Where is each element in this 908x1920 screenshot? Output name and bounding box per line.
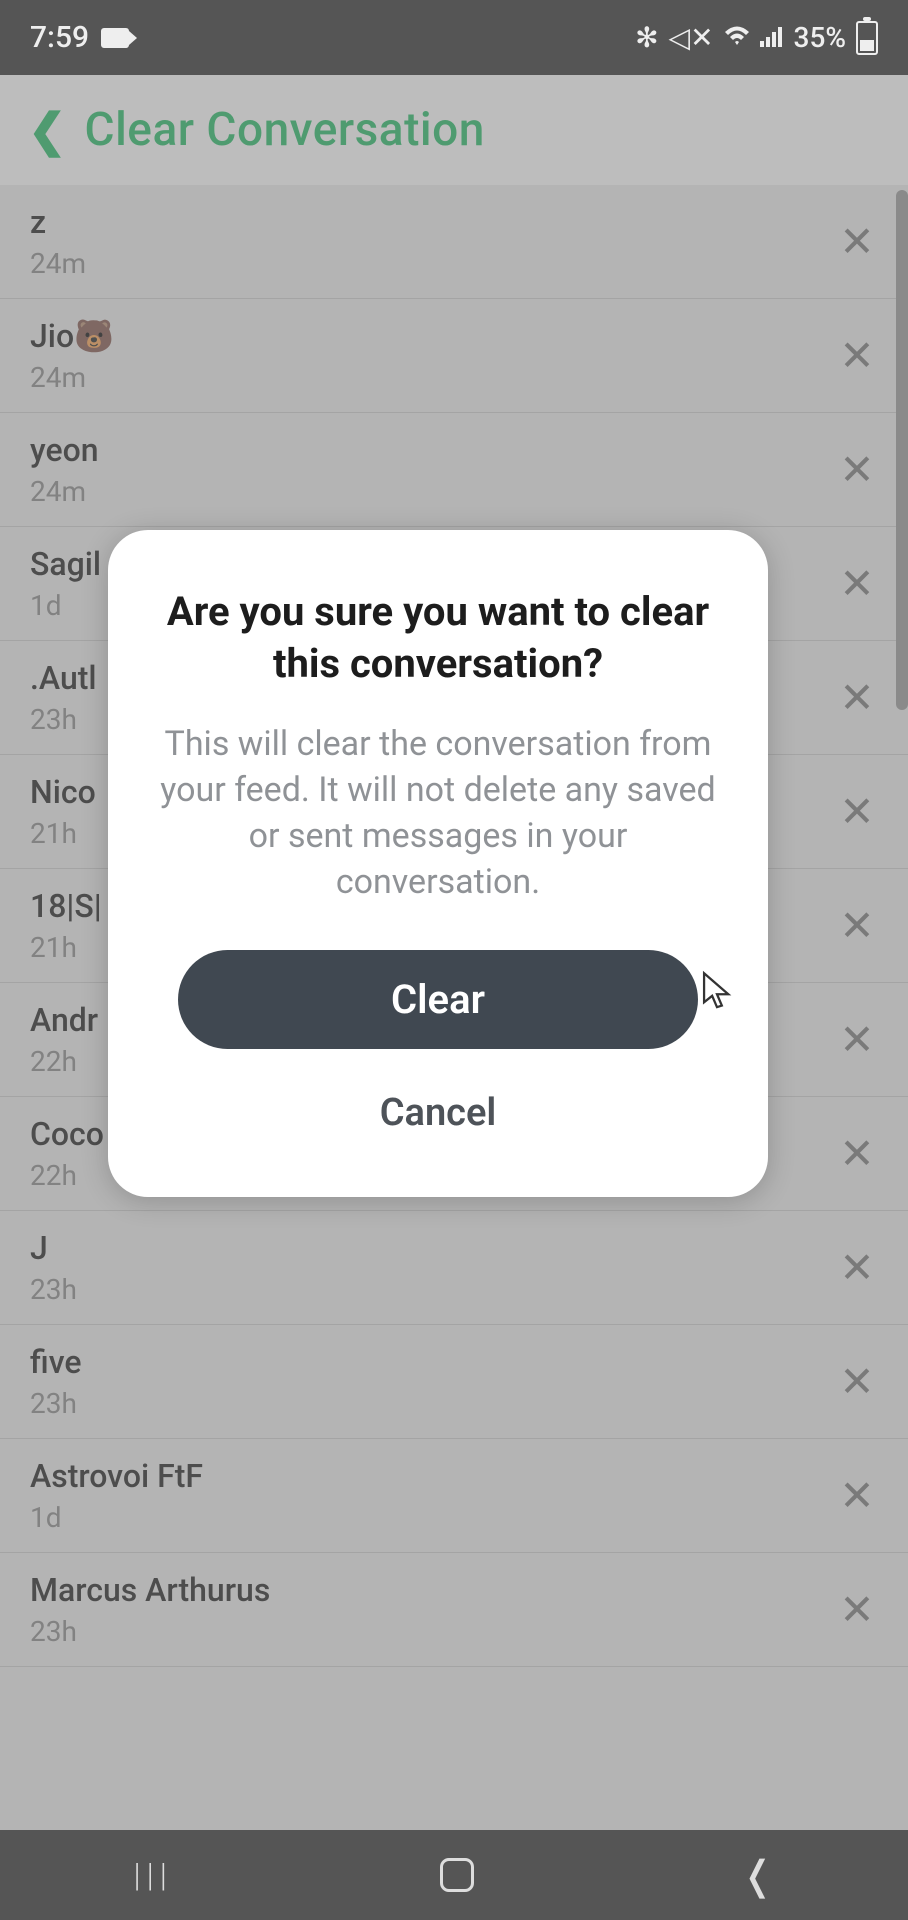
bluetooth-icon: ✻ [635,21,658,54]
status-bar: 7:59 ✻ ◁✕ 35% [0,0,908,75]
conversation-time: 1d [30,1501,203,1534]
conversation-info: J 23h [30,1229,77,1306]
conversation-time: 24m [30,247,86,280]
conversation-name: yeon [30,431,99,469]
system-nav-bar: ||| ❬ [0,1830,908,1920]
conversation-time: 24m [30,361,114,394]
cancel-button[interactable]: Cancel [148,1077,728,1149]
clear-conversation-x-icon[interactable]: ✕ [836,1361,878,1403]
conversation-time: 21h [30,931,102,964]
conversation-row[interactable]: Jio🐻 24m ✕ [0,299,908,413]
conversation-time: 1d [30,589,101,622]
conversation-info: Marcus Arthurus 23h [30,1571,270,1648]
battery-icon [856,21,878,55]
wifi-icon [724,21,750,54]
nav-back-button[interactable]: ❬ [741,1852,775,1899]
conversation-time: 23h [30,703,97,736]
clear-conversation-x-icon[interactable]: ✕ [836,905,878,947]
conversation-time: 23h [30,1615,270,1648]
conversation-info: Nico 21h [30,773,96,850]
conversation-time: 21h [30,817,96,850]
page-title: Clear Conversation [85,103,485,157]
clear-conversation-x-icon[interactable]: ✕ [836,1247,878,1289]
conversation-name: Sagil [30,545,101,583]
clear-button[interactable]: Clear [178,950,698,1049]
conversation-name: z [30,203,86,241]
conversation-name: Astrovoi FtF [30,1457,203,1495]
conversation-info: five 23h [30,1343,82,1420]
nav-home-button[interactable] [440,1858,474,1892]
clear-conversation-x-icon[interactable]: ✕ [836,791,878,833]
conversation-info: 18|S| 21h [30,887,102,964]
conversation-name: Jio🐻 [30,317,114,355]
conversation-info: Jio🐻 24m [30,317,114,394]
conversation-row[interactable]: yeon 24m ✕ [0,413,908,527]
conversation-info: z 24m [30,203,86,280]
dialog-body: This will clear the conversation from yo… [148,722,728,906]
clear-conversation-x-icon[interactable]: ✕ [836,1133,878,1175]
clear-conversation-x-icon[interactable]: ✕ [836,1589,878,1631]
conversation-row[interactable]: five 23h ✕ [0,1325,908,1439]
conversation-name: Marcus Arthurus [30,1571,270,1609]
conversation-name: five [30,1343,82,1381]
clear-conversation-x-icon[interactable]: ✕ [836,677,878,719]
signal-icon [760,21,784,54]
battery-percent: 35% [794,21,846,54]
scrollbar-thumb[interactable] [896,190,908,710]
mute-vibrate-icon: ◁✕ [669,21,714,54]
clear-confirmation-dialog: Are you sure you want to clear this conv… [108,530,768,1197]
conversation-time: 22h [30,1045,98,1078]
status-time: 7:59 [30,20,89,55]
clear-conversation-x-icon[interactable]: ✕ [836,221,878,263]
conversation-time: 24m [30,475,99,508]
camera-icon [101,28,129,48]
conversation-info: Andr 22h [30,1001,98,1078]
conversation-time: 23h [30,1387,82,1420]
clear-conversation-x-icon[interactable]: ✕ [836,449,878,491]
back-button[interactable]: ❮ [28,103,67,158]
clear-conversation-x-icon[interactable]: ✕ [836,1019,878,1061]
conversation-name: 18|S| [30,887,102,925]
conversation-info: .Autl 23h [30,659,97,736]
clear-conversation-x-icon[interactable]: ✕ [836,335,878,377]
conversation-row[interactable]: Marcus Arthurus 23h ✕ [0,1553,908,1667]
conversation-name: Andr [30,1001,98,1039]
status-right: ✻ ◁✕ 35% [635,21,878,55]
app-header: ❮ Clear Conversation [0,75,908,185]
clear-conversation-x-icon[interactable]: ✕ [836,1475,878,1517]
conversation-name: J [30,1229,77,1267]
clear-conversation-x-icon[interactable]: ✕ [836,563,878,605]
conversation-name: Nico [30,773,96,811]
conversation-time: 23h [30,1273,77,1306]
conversation-info: Astrovoi FtF 1d [30,1457,203,1534]
conversation-row[interactable]: J 23h ✕ [0,1211,908,1325]
conversation-time: 22h [30,1159,104,1192]
status-left: 7:59 [30,20,129,55]
conversation-info: yeon 24m [30,431,99,508]
conversation-info: Sagil 1d [30,545,101,622]
conversation-info: Coco 22h [30,1115,104,1192]
conversation-name: Coco [30,1115,104,1153]
nav-recent-button[interactable]: ||| [134,1856,173,1894]
conversation-name: .Autl [30,659,97,697]
conversation-row[interactable]: Astrovoi FtF 1d ✕ [0,1439,908,1553]
dialog-title: Are you sure you want to clear this conv… [148,586,728,690]
conversation-row[interactable]: z 24m ✕ [0,185,908,299]
